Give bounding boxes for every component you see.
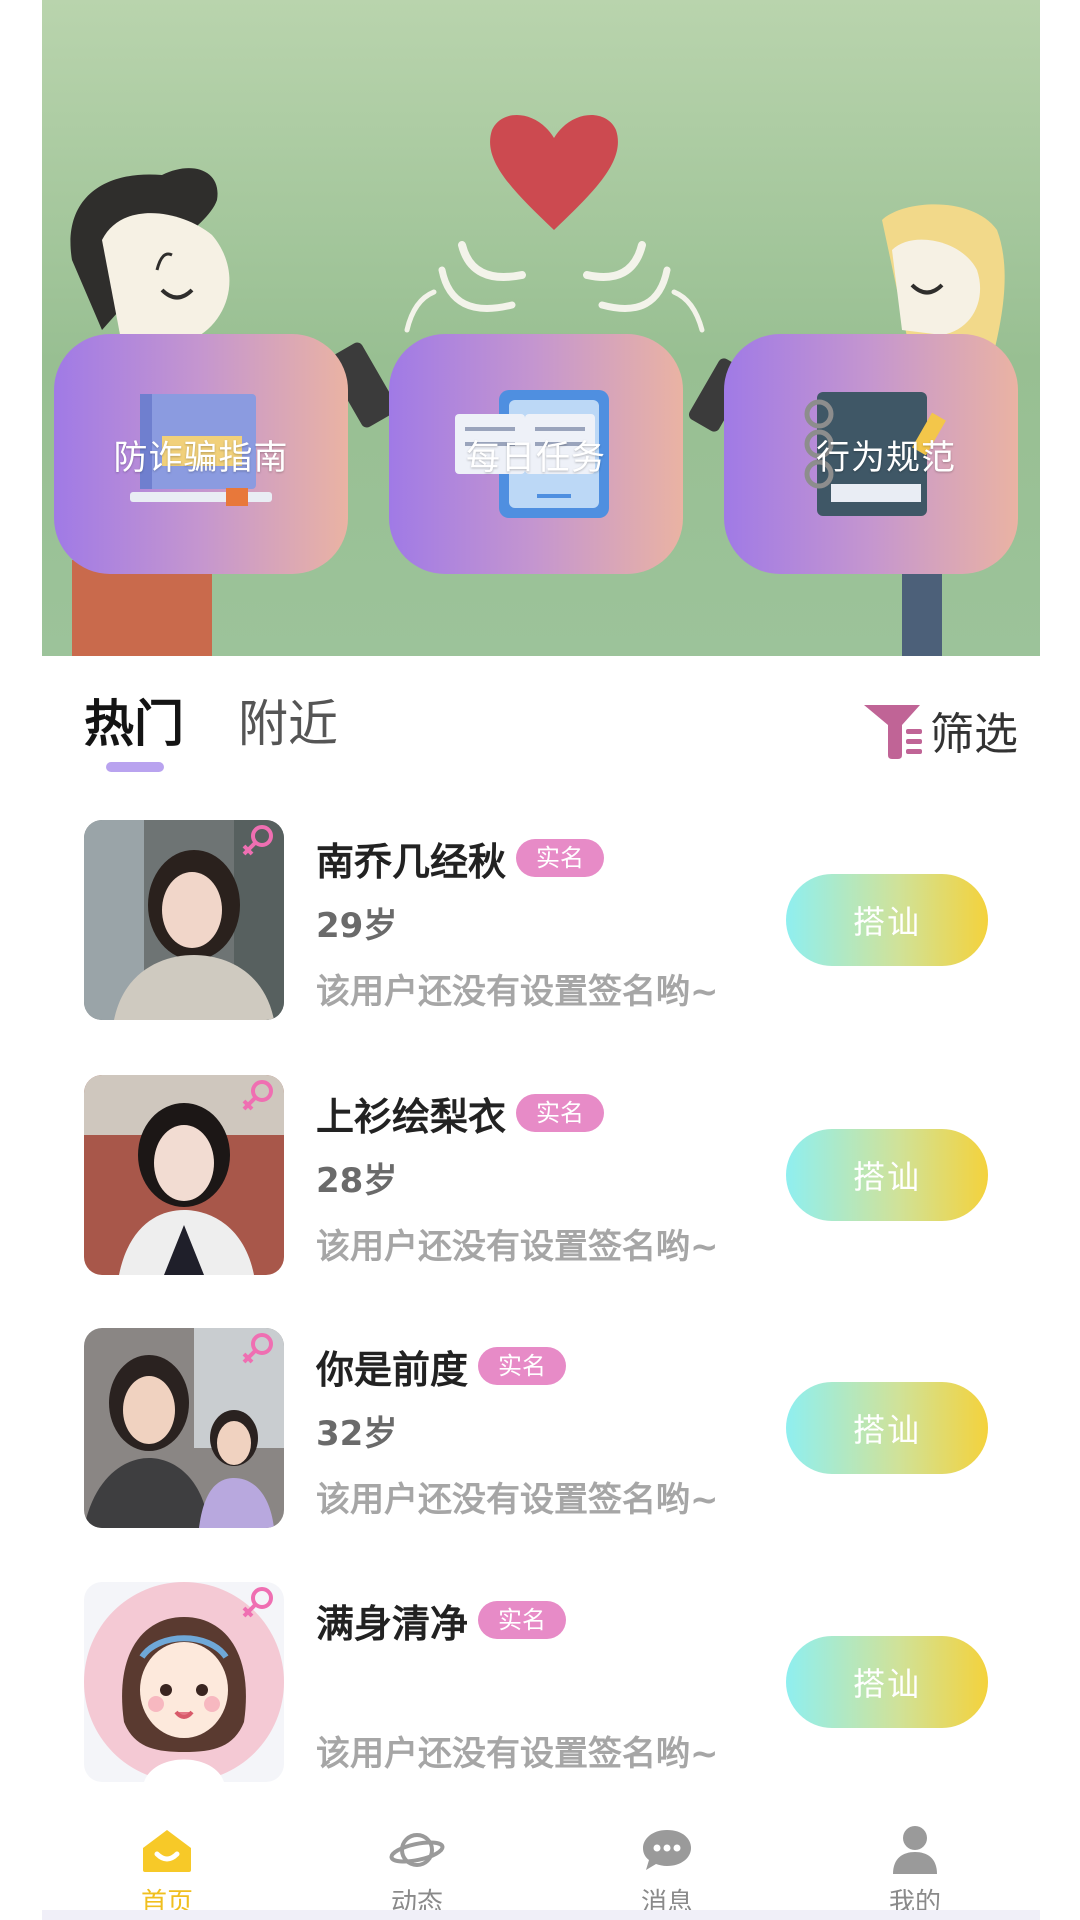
greet-button[interactable]: 搭讪 bbox=[786, 1382, 988, 1474]
user-signature: 该用户还没有设置签名哟~ bbox=[316, 1227, 719, 1267]
tab-hot[interactable]: 热门 bbox=[84, 694, 184, 754]
filter-label: 筛选 bbox=[930, 709, 1018, 760]
list-item[interactable]: 满身清净 实名 该用户还没有设置签名哟~ 搭讪 bbox=[0, 1582, 1080, 1782]
hero-banner[interactable]: 防诈骗指南 每日任务 行为规范 bbox=[42, 0, 1040, 656]
home-indicator-strip bbox=[42, 1910, 1040, 1920]
greet-button[interactable]: 搭讪 bbox=[786, 1129, 988, 1221]
verified-badge: 实名 bbox=[516, 1094, 605, 1132]
user-age: 28岁 bbox=[316, 1161, 398, 1201]
nav-home[interactable]: 首页 bbox=[42, 1800, 292, 1920]
user-name: 上衫绘梨衣 bbox=[316, 1094, 507, 1139]
nav-messages[interactable]: 消息 bbox=[542, 1800, 792, 1920]
user-name: 你是前度 bbox=[316, 1347, 469, 1392]
greet-button[interactable]: 搭讪 bbox=[786, 1636, 988, 1728]
feature-anti-fraud-guide[interactable]: 防诈骗指南 bbox=[54, 334, 348, 574]
nav-moments[interactable]: 动态 bbox=[292, 1800, 542, 1920]
user-signature: 该用户还没有设置签名哟~ bbox=[316, 1734, 719, 1774]
user-signature: 该用户还没有设置签名哟~ bbox=[316, 1480, 719, 1520]
bottom-nav: 首页 动态 消息 我的 bbox=[42, 1800, 1040, 1920]
female-icon bbox=[242, 1333, 273, 1364]
home-icon bbox=[143, 1830, 191, 1872]
list-item[interactable]: 上衫绘梨衣 实名 28岁 该用户还没有设置签名哟~ 搭讪 bbox=[0, 1075, 1080, 1275]
filter-icon bbox=[864, 705, 922, 759]
feature-label: 防诈骗指南 bbox=[113, 437, 289, 478]
female-icon bbox=[242, 1587, 273, 1618]
planet-icon bbox=[389, 1833, 445, 1867]
user-age: 32岁 bbox=[316, 1414, 398, 1454]
tab-nearby[interactable]: 附近 bbox=[238, 694, 338, 754]
verified-badge: 实名 bbox=[478, 1601, 567, 1639]
female-icon bbox=[242, 1080, 273, 1111]
feature-code-of-conduct[interactable]: 行为规范 bbox=[724, 334, 1018, 574]
feature-label: 每日任务 bbox=[466, 437, 606, 478]
user-name: 满身清净 bbox=[316, 1601, 469, 1646]
greet-button[interactable]: 搭讪 bbox=[786, 874, 988, 966]
active-tab-indicator bbox=[106, 762, 164, 772]
list-item[interactable]: 你是前度 实名 32岁 该用户还没有设置签名哟~ 搭讪 bbox=[0, 1328, 1080, 1528]
feature-label: 行为规范 bbox=[816, 437, 956, 478]
verified-badge: 实名 bbox=[478, 1347, 567, 1385]
chat-bubble-icon bbox=[643, 1830, 691, 1870]
female-icon bbox=[242, 825, 273, 856]
feature-daily-task[interactable]: 每日任务 bbox=[389, 334, 683, 574]
list-item[interactable]: 南乔几经秋 实名 29岁 该用户还没有设置签名哟~ 搭讪 bbox=[0, 820, 1080, 1020]
nav-mine[interactable]: 我的 bbox=[790, 1800, 1040, 1920]
user-name: 南乔几经秋 bbox=[316, 839, 507, 884]
user-signature: 该用户还没有设置签名哟~ bbox=[316, 972, 719, 1012]
user-profile-icon bbox=[893, 1826, 937, 1874]
user-age: 29岁 bbox=[316, 906, 398, 946]
filter-button[interactable]: 筛选 bbox=[862, 700, 1018, 760]
verified-badge: 实名 bbox=[516, 839, 605, 877]
